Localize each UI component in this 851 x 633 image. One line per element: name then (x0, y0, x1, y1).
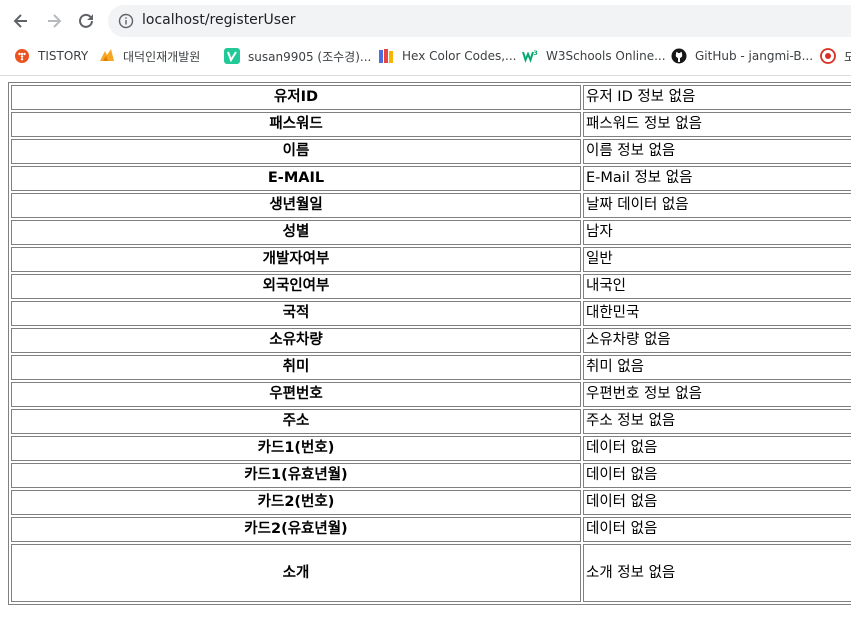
user-info-table: 유저ID 유저 ID 정보 없음 패스워드 패스워드 정보 없음 이름 이름 정보 없음 E… (8, 82, 851, 605)
field-label: 국적 (11, 301, 581, 326)
table-row: 카드1(번호) 데이터 없음 (11, 436, 851, 461)
field-label: 카드2(번호) (11, 490, 581, 515)
bookmark-overflow[interactable]: 도 (820, 47, 851, 65)
bookmark-label: 도 (844, 49, 851, 64)
address-bar[interactable]: localhost/registerUser (108, 5, 851, 37)
field-label: 생년월일 (11, 193, 581, 218)
field-label: 패스워드 (11, 112, 581, 137)
table-row: 소개 소개 정보 없음 (11, 544, 851, 602)
toolbar-divider (0, 75, 851, 76)
field-value: 유저 ID 정보 없음 (583, 85, 851, 110)
bookmark-tistory[interactable]: TISTORY (14, 47, 88, 65)
github-icon (671, 48, 687, 64)
browser-toolbar: localhost/registerUser (0, 0, 851, 42)
table-row: 주소 주소 정보 없음 (11, 409, 851, 434)
bookmark-label: GitHub - jangmi-B... (695, 49, 814, 63)
table-row: 외국인여부 내국인 (11, 274, 851, 299)
table-row: 취미 취미 없음 (11, 355, 851, 380)
w3schools-icon: 3 (522, 48, 538, 64)
field-label: 성별 (11, 220, 581, 245)
bookmark-label: Hex Color Codes,... (402, 49, 517, 63)
reload-button[interactable] (74, 9, 98, 33)
page-content: 유저ID 유저 ID 정보 없음 패스워드 패스워드 정보 없음 이름 이름 정보 없음 E… (8, 82, 851, 605)
field-label: 카드2(유효년월) (11, 517, 581, 542)
field-label: 유저ID (11, 85, 581, 110)
table-row: 개발자여부 일반 (11, 247, 851, 272)
field-value: 남자 (583, 220, 851, 245)
bookmark-hex-colors[interactable]: Hex Color Codes,... (378, 47, 517, 65)
browser-chrome: localhost/registerUser TISTORY 대덕인재개발원 s… (0, 0, 851, 76)
field-value: 우편번호 정보 없음 (583, 382, 851, 407)
field-value: 데이터 없음 (583, 490, 851, 515)
field-label: 소유차량 (11, 328, 581, 353)
field-label: 취미 (11, 355, 581, 380)
field-value: 내국인 (583, 274, 851, 299)
table-row: 이름 이름 정보 없음 (11, 139, 851, 164)
bookmark-label: TISTORY (38, 49, 89, 63)
field-value: E-Mail 정보 없음 (583, 166, 851, 191)
field-value: 패스워드 정보 없음 (583, 112, 851, 137)
field-value: 소개 정보 없음 (583, 544, 851, 602)
bookmark-label: susan9905 (조수경)... (248, 49, 372, 64)
velog-icon (224, 48, 240, 64)
table-row: 우편번호 우편번호 정보 없음 (11, 382, 851, 407)
field-value: 데이터 없음 (583, 463, 851, 488)
field-label: 카드1(유효년월) (11, 463, 581, 488)
bookmark-velog[interactable]: susan9905 (조수경)... (224, 47, 371, 65)
field-value: 대한민국 (583, 301, 851, 326)
table-row: 카드2(번호) 데이터 없음 (11, 490, 851, 515)
svg-text:3: 3 (534, 50, 538, 57)
table-row: 패스워드 패스워드 정보 없음 (11, 112, 851, 137)
field-label: 카드1(번호) (11, 436, 581, 461)
field-value: 주소 정보 없음 (583, 409, 851, 434)
field-label: E-MAIL (11, 166, 581, 191)
bookmark-ddit[interactable]: 대덕인재개발원 (99, 47, 200, 65)
table-row: 유저ID 유저 ID 정보 없음 (11, 85, 851, 110)
field-value: 데이터 없음 (583, 436, 851, 461)
table-row: 국적 대한민국 (11, 301, 851, 326)
bookmark-label: W3Schools Online... (546, 49, 666, 63)
field-value: 취미 없음 (583, 355, 851, 380)
forward-button[interactable] (42, 9, 66, 33)
info-icon[interactable] (118, 13, 134, 29)
field-value: 날짜 데이터 없음 (583, 193, 851, 218)
table-row: 생년월일 날짜 데이터 없음 (11, 193, 851, 218)
bookmark-github[interactable]: GitHub - jangmi-B... (671, 47, 813, 65)
red-circle-icon (820, 48, 836, 64)
field-value: 일반 (583, 247, 851, 272)
back-button[interactable] (9, 9, 33, 33)
arrow-left-icon (13, 14, 27, 28)
bookmarks-bar: TISTORY 대덕인재개발원 susan9905 (조수경)... Hex C… (0, 42, 851, 70)
field-label: 주소 (11, 409, 581, 434)
user-info-rows: 유저ID 유저 ID 정보 없음 패스워드 패스워드 정보 없음 이름 이름 정보 없음 E… (11, 85, 851, 602)
arrow-right-icon (48, 14, 62, 28)
field-label: 개발자여부 (11, 247, 581, 272)
books-icon (378, 48, 394, 64)
table-row: 카드2(유효년월) 데이터 없음 (11, 517, 851, 542)
table-row: 소유차량 소유차량 없음 (11, 328, 851, 353)
reload-icon (79, 13, 93, 28)
field-value: 데이터 없음 (583, 517, 851, 542)
field-value: 이름 정보 없음 (583, 139, 851, 164)
field-label: 외국인여부 (11, 274, 581, 299)
bookmark-w3schools[interactable]: 3 W3Schools Online... (522, 47, 666, 65)
tistory-icon (14, 48, 30, 64)
url-text[interactable]: localhost/registerUser (142, 12, 295, 28)
table-row: 성별 남자 (11, 220, 851, 245)
table-row: 카드1(유효년월) 데이터 없음 (11, 463, 851, 488)
field-label: 소개 (11, 544, 581, 602)
bookmark-label: 대덕인재개발원 (123, 49, 201, 64)
field-label: 우편번호 (11, 382, 581, 407)
field-value: 소유차량 없음 (583, 328, 851, 353)
table-row: E-MAIL E-Mail 정보 없음 (11, 166, 851, 191)
field-label: 이름 (11, 139, 581, 164)
ddit-icon (99, 48, 115, 64)
